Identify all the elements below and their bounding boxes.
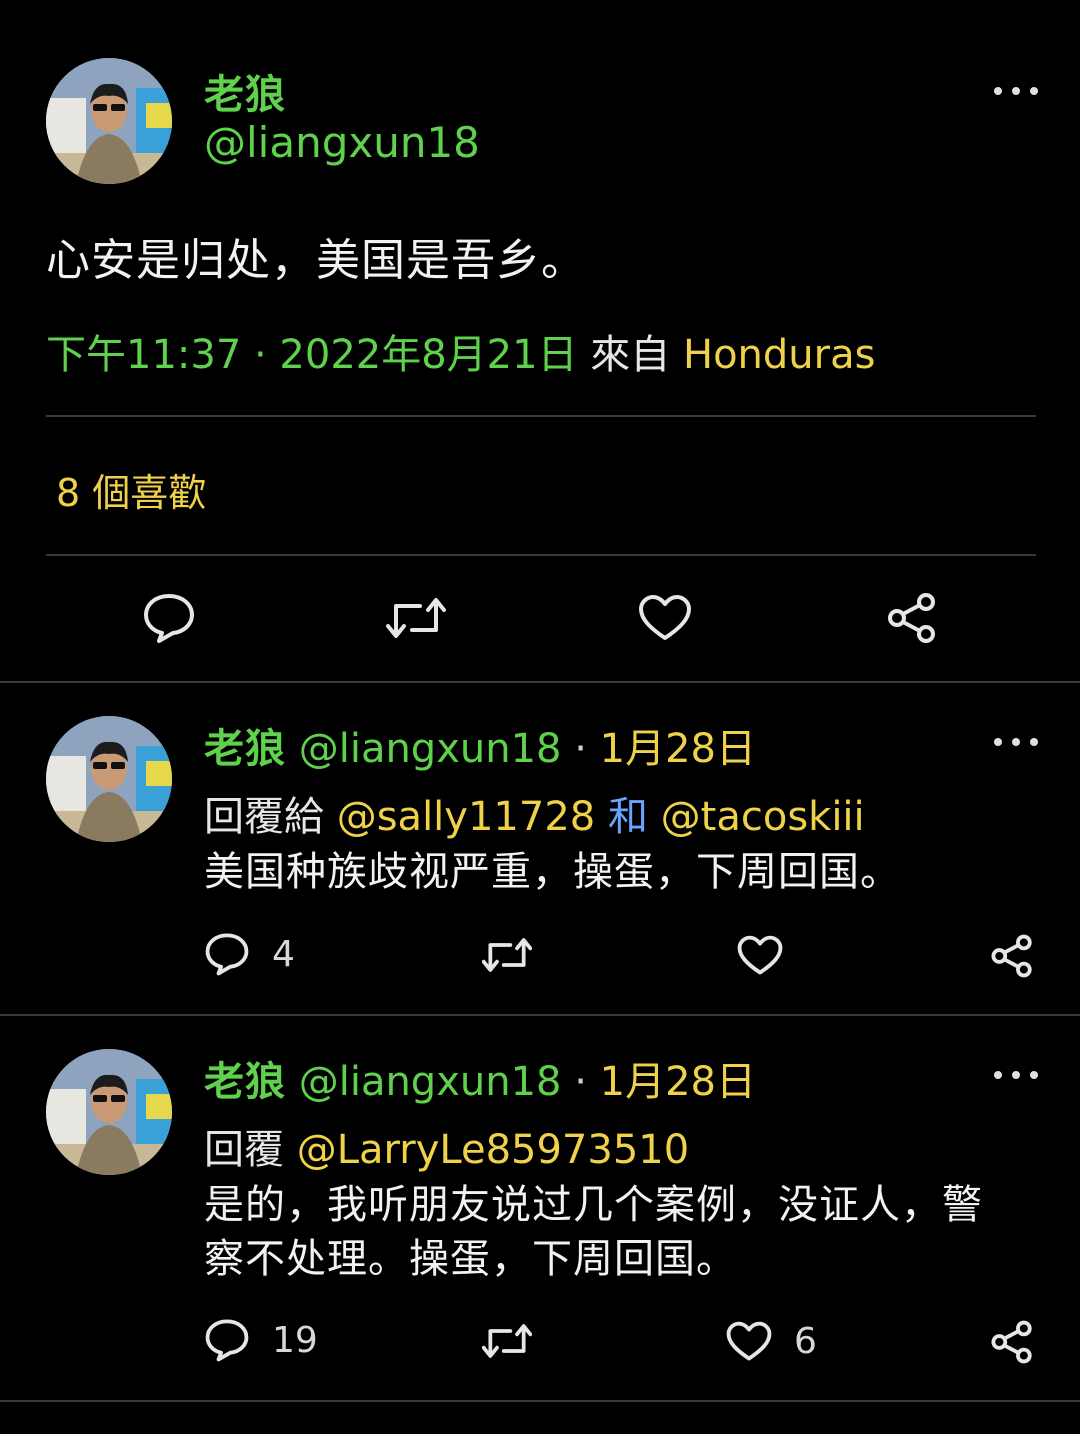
retweet-icon bbox=[482, 938, 532, 972]
divider bbox=[46, 415, 1036, 417]
reply-header: 老狼 @liangxun18 · 1月28日 bbox=[204, 716, 756, 774]
share-button[interactable] bbox=[990, 934, 1034, 978]
source-prefix: 來自 bbox=[590, 332, 671, 378]
tweet-detail-page: 老狼 @liangxun18 心安是归处，美国是吾乡。 下午11:37 · 20… bbox=[0, 0, 1080, 1434]
separator: · bbox=[574, 726, 587, 772]
display-name[interactable]: 老狼 bbox=[204, 726, 286, 772]
like-button[interactable]: 6 bbox=[726, 1321, 817, 1362]
share-icon bbox=[888, 593, 935, 643]
tweet-meta: 下午11:37 · 2022年8月21日 來自 Honduras bbox=[46, 322, 875, 380]
like-button[interactable] bbox=[737, 935, 783, 976]
avatar[interactable] bbox=[46, 716, 172, 842]
reply-to-label: 回覆 bbox=[204, 1127, 284, 1173]
user-handle[interactable]: @liangxun18 bbox=[299, 726, 562, 772]
reply-header: 老狼 @liangxun18 · 1月28日 bbox=[204, 1049, 756, 1107]
conjunction: 和 bbox=[607, 794, 648, 840]
reply-icon bbox=[205, 1319, 249, 1362]
like-icon bbox=[737, 935, 783, 975]
reply-icon bbox=[144, 594, 194, 643]
reply-text: 是的，我听朋友说过几个案例，没证人，警 察不处理。操蛋，下周回国。 bbox=[204, 1178, 983, 1286]
retweet-button[interactable] bbox=[482, 1321, 532, 1361]
reply-to-line: 回覆給 @sally11728 和 @tacoskiii bbox=[204, 784, 865, 842]
share-icon bbox=[991, 934, 1032, 978]
reply-button[interactable]: 4 bbox=[204, 932, 295, 976]
separator: · bbox=[574, 1059, 587, 1105]
more-icon[interactable] bbox=[994, 83, 1038, 99]
likes-label: 個喜歡 bbox=[92, 471, 207, 515]
user-handle[interactable]: @liangxun18 bbox=[204, 118, 480, 167]
retweet-button[interactable] bbox=[482, 935, 532, 975]
avatar-photo bbox=[46, 716, 172, 842]
reply-to-label: 回覆給 bbox=[204, 794, 324, 840]
like-icon bbox=[726, 1321, 772, 1361]
mention-link[interactable]: @tacoskiii bbox=[661, 794, 865, 840]
source-location: Honduras bbox=[683, 332, 876, 378]
likes-summary[interactable]: 8 個喜歡 bbox=[56, 462, 206, 517]
reply-text: 美国种族歧视严重，操蛋，下周回国。 bbox=[204, 849, 901, 895]
share-icon bbox=[991, 1320, 1032, 1364]
like-button[interactable] bbox=[638, 594, 692, 642]
divider bbox=[46, 554, 1036, 556]
avatar-photo bbox=[46, 58, 172, 184]
reply-text-line: 察不处理。操蛋，下周回国。 bbox=[204, 1236, 737, 1282]
reply-to-line: 回覆 @LarryLe85973510 bbox=[204, 1117, 689, 1175]
avatar[interactable] bbox=[46, 1049, 172, 1175]
tweet-timestamp: 下午11:37 · 2022年8月21日 bbox=[46, 332, 578, 378]
mention-link[interactable]: @LarryLe85973510 bbox=[297, 1127, 689, 1173]
more-icon[interactable] bbox=[994, 1067, 1038, 1083]
avatar[interactable] bbox=[46, 58, 172, 184]
reply-count: 4 bbox=[272, 933, 295, 975]
user-handle[interactable]: @liangxun18 bbox=[299, 1059, 562, 1105]
reply-date[interactable]: 1月28日 bbox=[600, 726, 756, 772]
tweet-text: 心安是归处，美国是吾乡。 bbox=[46, 235, 586, 286]
display-name[interactable]: 老狼 bbox=[204, 1059, 286, 1105]
reply-count: 19 bbox=[272, 1319, 318, 1361]
reply-button[interactable] bbox=[142, 592, 196, 644]
reply-button[interactable]: 19 bbox=[204, 1318, 318, 1362]
display-name[interactable]: 老狼 bbox=[204, 62, 286, 120]
like-count: 6 bbox=[794, 1321, 817, 1362]
like-icon bbox=[639, 595, 691, 640]
mention-link[interactable]: @sally11728 bbox=[337, 794, 596, 840]
share-button[interactable] bbox=[990, 1320, 1034, 1364]
reply-text-line: 是的，我听朋友说过几个案例，没证人，警 bbox=[204, 1182, 983, 1228]
reply-icon bbox=[205, 933, 249, 976]
retweet-icon bbox=[386, 598, 446, 638]
divider bbox=[0, 1014, 1080, 1016]
divider bbox=[0, 1400, 1080, 1402]
divider bbox=[0, 681, 1080, 683]
retweet-icon bbox=[482, 1324, 532, 1358]
reply-date[interactable]: 1月28日 bbox=[600, 1059, 756, 1105]
retweet-button[interactable] bbox=[386, 594, 446, 642]
avatar-photo bbox=[46, 1049, 172, 1175]
likes-count: 8 bbox=[56, 471, 81, 515]
more-icon[interactable] bbox=[994, 734, 1038, 750]
share-button[interactable] bbox=[886, 592, 938, 644]
